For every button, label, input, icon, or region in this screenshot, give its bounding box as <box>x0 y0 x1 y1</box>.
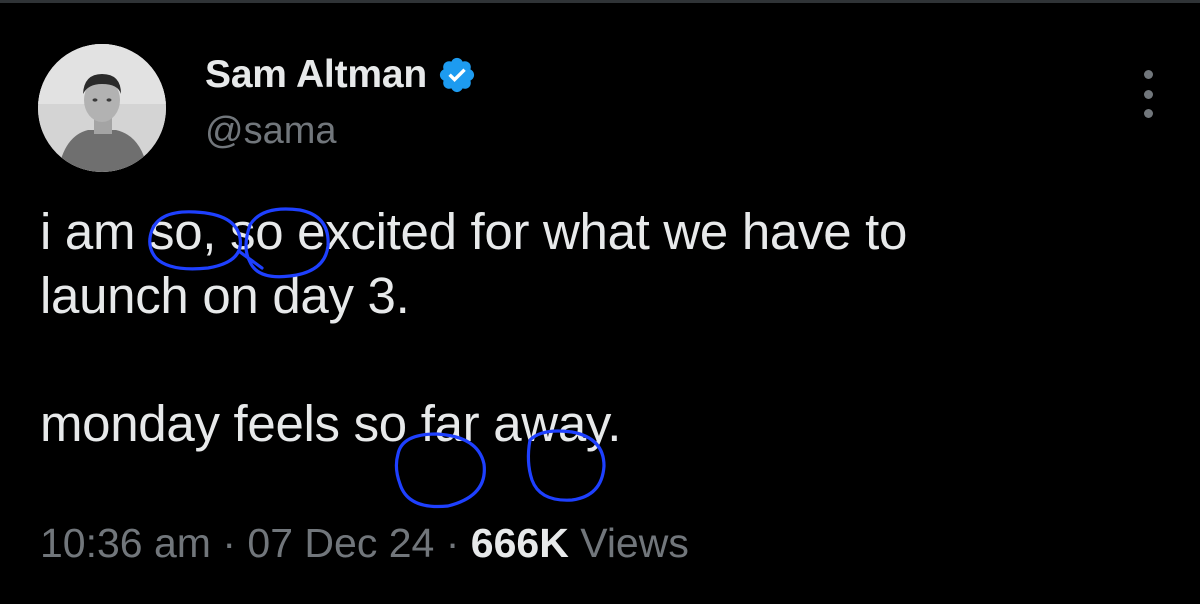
more-dot <box>1143 70 1153 79</box>
tweet-text-line: i am so, so excited for what we have to <box>40 203 908 260</box>
more-dot <box>1143 109 1153 118</box>
avatar-photo-icon <box>38 44 166 172</box>
tweet-meta: 10:36 am · 07 Dec 24 · 666K Views <box>40 520 689 567</box>
tweet-text-line <box>40 328 907 392</box>
more-options-icon[interactable] <box>1136 70 1160 118</box>
views-count[interactable]: 666K <box>471 520 569 566</box>
tweet-date[interactable]: 07 Dec 24 <box>247 520 434 566</box>
tweet-card: Sam Altman @sama i am so, so excited for… <box>0 0 1200 604</box>
more-dot <box>1143 89 1153 99</box>
meta-separator: · <box>445 520 460 566</box>
tweet-time[interactable]: 10:36 am <box>40 520 211 566</box>
views-label: Views <box>580 520 689 566</box>
tweet-text: i am so, so excited for what we have to l… <box>40 200 907 456</box>
author-display-name[interactable]: Sam Altman <box>205 53 427 97</box>
tweet-text-line: monday feels so far away. <box>40 395 622 452</box>
author-name-row[interactable]: Sam Altman <box>205 50 477 100</box>
tweet-text-line: launch on day 3. <box>40 267 410 324</box>
author-handle[interactable]: @sama <box>205 110 337 153</box>
meta-separator: · <box>222 520 237 566</box>
avatar[interactable] <box>38 44 166 172</box>
verified-badge-icon[interactable] <box>437 55 477 95</box>
